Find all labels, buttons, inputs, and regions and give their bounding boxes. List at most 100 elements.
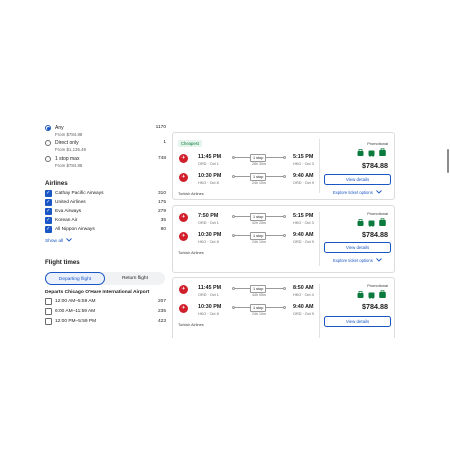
arrival-airport-date: ORD · Oct 9 xyxy=(293,312,314,316)
flight-result-card[interactable]: ✈ 11:45 PM ORD · Oct 1 1 stop 44h 05m 8:… xyxy=(172,277,395,338)
checkbox-checked[interactable]: ✓ xyxy=(45,217,52,224)
carry-on-bag-icon xyxy=(368,220,375,227)
route-dot xyxy=(283,214,286,218)
return-leg: ✈ 10:30 PM HKG · Oct 8 1 stop 24h 10m 9:… xyxy=(173,230,319,250)
checkbox-checked[interactable]: ✓ xyxy=(45,208,52,215)
departure-airport-date: ORD · Oct 1 xyxy=(198,221,219,225)
stops-badge: 1 stop xyxy=(250,231,267,240)
departure-time: 7:50 PM xyxy=(198,213,219,219)
arrival-airport-date: HKG · Oct 3 xyxy=(293,221,314,225)
airline-filter-label: All Nippon Airways xyxy=(55,227,95,232)
time-slot-item[interactable]: 6:00 AM–11:59 AM 235 xyxy=(45,308,166,316)
show-all-label: Show all xyxy=(45,239,64,244)
checkbox-checked[interactable]: ✓ xyxy=(45,199,52,206)
tab-return-flight[interactable]: Return flight xyxy=(105,272,165,285)
departure-airport-date: HKG · Oct 8 xyxy=(198,312,219,316)
checkbox-unchecked[interactable] xyxy=(45,308,52,315)
arrival-time: 5:15 PM xyxy=(293,154,314,160)
turkish-airlines-logo-icon: ✈ xyxy=(179,285,188,294)
radio-unselected[interactable] xyxy=(45,140,51,146)
turkish-airlines-logo-icon: ✈ xyxy=(179,304,188,313)
card-divider xyxy=(319,139,320,193)
cheapest-badge: Cheapest xyxy=(178,140,202,147)
chevron-down-icon xyxy=(376,190,382,194)
time-slot-count: 235 xyxy=(157,309,166,314)
card-divider xyxy=(319,284,320,338)
show-all-airlines-link[interactable]: Show all xyxy=(45,238,73,244)
duration: 32h 25m xyxy=(252,221,266,225)
turkish-airlines-logo-icon: ✈ xyxy=(179,232,188,241)
view-details-button[interactable]: View details xyxy=(324,174,391,185)
scrollbar-thumb[interactable] xyxy=(447,149,449,173)
chevron-down-icon xyxy=(66,238,73,242)
flight-result-card[interactable]: Cheapest ✈ 11:45 PM ORD · Oct 1 1 stop 2… xyxy=(172,132,395,200)
checkbox-checked[interactable]: ✓ xyxy=(45,226,52,233)
stops-option-1-stop[interactable]: 1 stop max From $784.88 748 xyxy=(45,155,166,173)
arrival-time: 9:40 AM xyxy=(293,232,314,238)
stops-option-count: 748 xyxy=(157,156,166,161)
arrival-airport-date: ORD · Oct 9 xyxy=(293,240,314,244)
fare-features xyxy=(348,148,388,158)
stops-option-count: 1 xyxy=(163,140,166,145)
view-details-button[interactable]: View details xyxy=(324,242,391,253)
turkish-airlines-logo-icon: ✈ xyxy=(179,154,188,163)
stops-badge: 1 stop xyxy=(250,303,267,312)
route-dot xyxy=(232,233,235,237)
airline-filter-label: Eva Airways xyxy=(55,209,82,214)
stops-badge: 1 stop xyxy=(250,212,267,221)
outbound-leg: ✈ 11:45 PM ORD · Oct 1 1 stop 28h 30m 5:… xyxy=(173,152,319,172)
route-dot xyxy=(232,155,235,159)
stops-badge: 1 stop xyxy=(250,284,267,293)
radio-selected[interactable] xyxy=(45,125,51,131)
stops-badge: 1 stop xyxy=(250,153,267,162)
departure-time: 11:45 PM xyxy=(198,285,222,291)
time-slot-count: 207 xyxy=(157,299,166,304)
stops-option-count: 1170 xyxy=(155,125,166,130)
tab-departing-flight[interactable]: Departing flight xyxy=(45,272,105,285)
radio-unselected[interactable] xyxy=(45,156,51,162)
outbound-leg: ✈ 7:50 PM ORD · Oct 1 1 stop 32h 25m 5:1… xyxy=(173,211,319,231)
checkbox-unchecked[interactable] xyxy=(45,318,52,325)
departs-airport-heading: Departs Chicago O'Hare International Air… xyxy=(45,290,150,295)
airline-filter-count: 310 xyxy=(157,191,166,196)
time-slot-item[interactable]: 12:00 AM–5:59 AM 207 xyxy=(45,298,166,306)
airline-filter-count: 279 xyxy=(157,209,166,214)
return-leg: ✈ 10:30 PM HKG · Oct 8 1 stop 24h 10m 9:… xyxy=(173,171,319,191)
departure-time: 10:30 PM xyxy=(198,232,222,238)
route-dot xyxy=(283,174,286,178)
airline-filter-item[interactable]: ✓ Korean Air 35 xyxy=(45,217,166,225)
airline-filter-item[interactable]: ✓ All Nippon Airways 80 xyxy=(45,226,166,234)
viewport: Any From $784.88 1170 Direct only From $… xyxy=(0,0,450,450)
route-dot xyxy=(283,305,286,309)
arrival-airport-date: HKG · Oct 4 xyxy=(293,293,314,297)
time-slot-label: 6:00 AM–11:59 AM xyxy=(55,309,96,314)
personal-item-icon xyxy=(357,149,364,156)
airline-filter-count: 175 xyxy=(157,200,166,205)
checkbox-unchecked[interactable] xyxy=(45,298,52,305)
stops-option-price: From $1,135.49 xyxy=(55,147,86,152)
explore-ticket-options-link[interactable]: Explore ticket options xyxy=(319,258,396,263)
return-leg: ✈ 10:30 PM HKG · Oct 8 1 stop 24h 10m 9:… xyxy=(173,302,319,322)
explore-ticket-options-link[interactable]: Explore ticket options xyxy=(319,190,396,195)
time-slot-item[interactable]: 12:00 PM–5:59 PM 423 xyxy=(45,318,166,326)
airline-filter-item[interactable]: ✓ United Airlines 175 xyxy=(45,199,166,207)
stops-option-label: Any xyxy=(55,125,64,131)
arrival-time: 8:50 AM xyxy=(293,285,314,291)
flight-result-card[interactable]: ✈ 7:50 PM ORD · Oct 1 1 stop 32h 25m 5:1… xyxy=(172,205,395,273)
stops-option-label: 1 stop max xyxy=(55,156,80,162)
route-dot xyxy=(232,286,235,290)
airlines-heading: Airlines xyxy=(45,180,68,187)
departure-time: 11:45 PM xyxy=(198,154,222,160)
arrival-airport-date: HKG · Oct 3 xyxy=(293,162,314,166)
duration: 28h 30m xyxy=(252,162,266,166)
airline-filter-item[interactable]: ✓ Eva Airways 279 xyxy=(45,208,166,216)
stops-option-label: Direct only xyxy=(55,140,79,146)
airline-filter-label: United Airlines xyxy=(55,200,86,205)
view-details-button[interactable]: View details xyxy=(324,316,391,327)
promotional-label: Promotional xyxy=(367,283,388,288)
departure-airport-date: HKG · Oct 8 xyxy=(198,181,219,185)
checkbox-checked[interactable]: ✓ xyxy=(45,190,52,197)
airline-filter-item[interactable]: ✓ Cathay Pacific Airways 310 xyxy=(45,190,166,198)
arrival-time: 9:40 AM xyxy=(293,304,314,310)
time-slot-label: 12:00 PM–5:59 PM xyxy=(55,319,97,324)
